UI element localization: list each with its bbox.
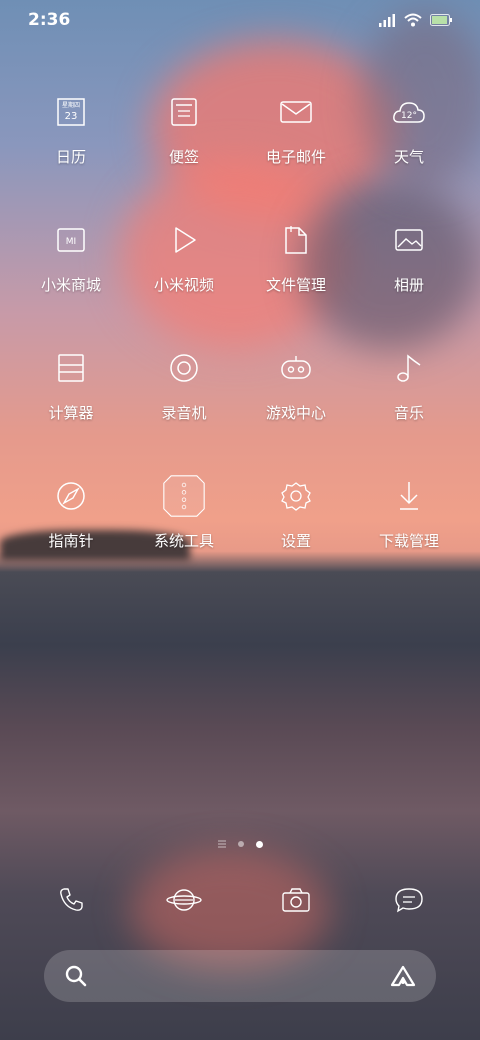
dock-phone[interactable] — [15, 878, 127, 922]
app-calculator[interactable]: 计算器 — [15, 346, 127, 423]
browser-icon — [162, 878, 206, 922]
assistant-icon[interactable] — [390, 964, 416, 988]
compass-icon — [49, 474, 93, 518]
app-game-center[interactable]: 游戏中心 — [240, 346, 352, 423]
app-music[interactable]: 音乐 — [353, 346, 465, 423]
app-label: 文件管理 — [265, 276, 326, 294]
app-label: 相册 — [393, 276, 424, 294]
app-gallery[interactable]: 相册 — [353, 218, 465, 295]
mi-store-icon: MI — [49, 218, 93, 262]
svg-text:星期四: 星期四 — [62, 101, 80, 109]
app-video[interactable]: 小米视频 — [128, 218, 240, 295]
svg-text:23: 23 — [65, 111, 78, 122]
home-screen: 2:36 星期四 23 日历 便签 电子邮件 12° 天气 MI 小米商城 小米… — [0, 0, 480, 1040]
app-label: 小米商城 — [40, 276, 101, 294]
home-list-icon — [217, 840, 226, 848]
app-label: 音乐 — [393, 404, 424, 422]
game-center-icon — [274, 346, 318, 390]
status-time: 2:36 — [28, 10, 71, 30]
app-label: 日历 — [55, 148, 86, 166]
recorder-icon — [162, 346, 206, 390]
search-icon — [64, 964, 88, 988]
camera-icon — [274, 878, 318, 922]
svg-text:MI: MI — [66, 237, 76, 247]
app-recorder[interactable]: 录音机 — [128, 346, 240, 423]
calendar-icon: 星期四 23 — [49, 90, 93, 134]
dock-browser[interactable] — [128, 878, 240, 922]
app-label: 小米视频 — [153, 276, 214, 294]
battery-icon — [430, 14, 452, 26]
music-icon — [387, 346, 431, 390]
wifi-icon — [404, 13, 422, 27]
notes-icon — [162, 90, 206, 134]
app-label: 下载管理 — [378, 532, 439, 550]
video-icon — [162, 218, 206, 262]
page-dot — [237, 841, 244, 847]
app-label: 指南针 — [48, 532, 94, 550]
app-file-manager[interactable]: 文件管理 — [240, 218, 352, 295]
dock-messages[interactable] — [353, 878, 465, 922]
download-icon — [387, 474, 431, 518]
email-icon — [274, 90, 318, 134]
page-indicator[interactable] — [0, 840, 480, 848]
folder-system-tools[interactable]: 系统工具 — [128, 474, 240, 551]
phone-icon — [49, 878, 93, 922]
status-bar: 2:36 — [0, 0, 480, 44]
app-settings[interactable]: 设置 — [240, 474, 352, 551]
app-label: 天气 — [393, 148, 424, 166]
weather-icon: 12° — [387, 90, 431, 134]
app-label: 游戏中心 — [265, 404, 326, 422]
app-email[interactable]: 电子邮件 — [240, 90, 352, 167]
gallery-icon — [387, 218, 431, 262]
app-label: 系统工具 — [153, 532, 214, 550]
dock-camera[interactable] — [240, 878, 352, 922]
app-label: 计算器 — [48, 404, 94, 422]
messages-icon — [387, 878, 431, 922]
calculator-icon — [49, 346, 93, 390]
app-download[interactable]: 下载管理 — [353, 474, 465, 551]
app-label: 设置 — [280, 532, 311, 550]
app-weather[interactable]: 12° 天气 — [353, 90, 465, 167]
app-label: 录音机 — [161, 404, 207, 422]
page-dot-active — [255, 840, 263, 848]
dock — [0, 878, 480, 922]
app-calendar[interactable]: 星期四 23 日历 — [15, 90, 127, 167]
file-manager-icon — [274, 218, 318, 262]
svg-text:12°: 12° — [401, 111, 417, 121]
signal-icon — [378, 13, 396, 27]
search-bar[interactable] — [44, 950, 436, 1002]
app-mi-store[interactable]: MI 小米商城 — [15, 218, 127, 295]
app-label: 便签 — [168, 148, 199, 166]
app-label: 电子邮件 — [265, 148, 326, 166]
app-notes[interactable]: 便签 — [128, 90, 240, 167]
system-tools-folder-icon — [162, 474, 206, 518]
app-compass[interactable]: 指南针 — [15, 474, 127, 551]
settings-icon — [274, 474, 318, 518]
